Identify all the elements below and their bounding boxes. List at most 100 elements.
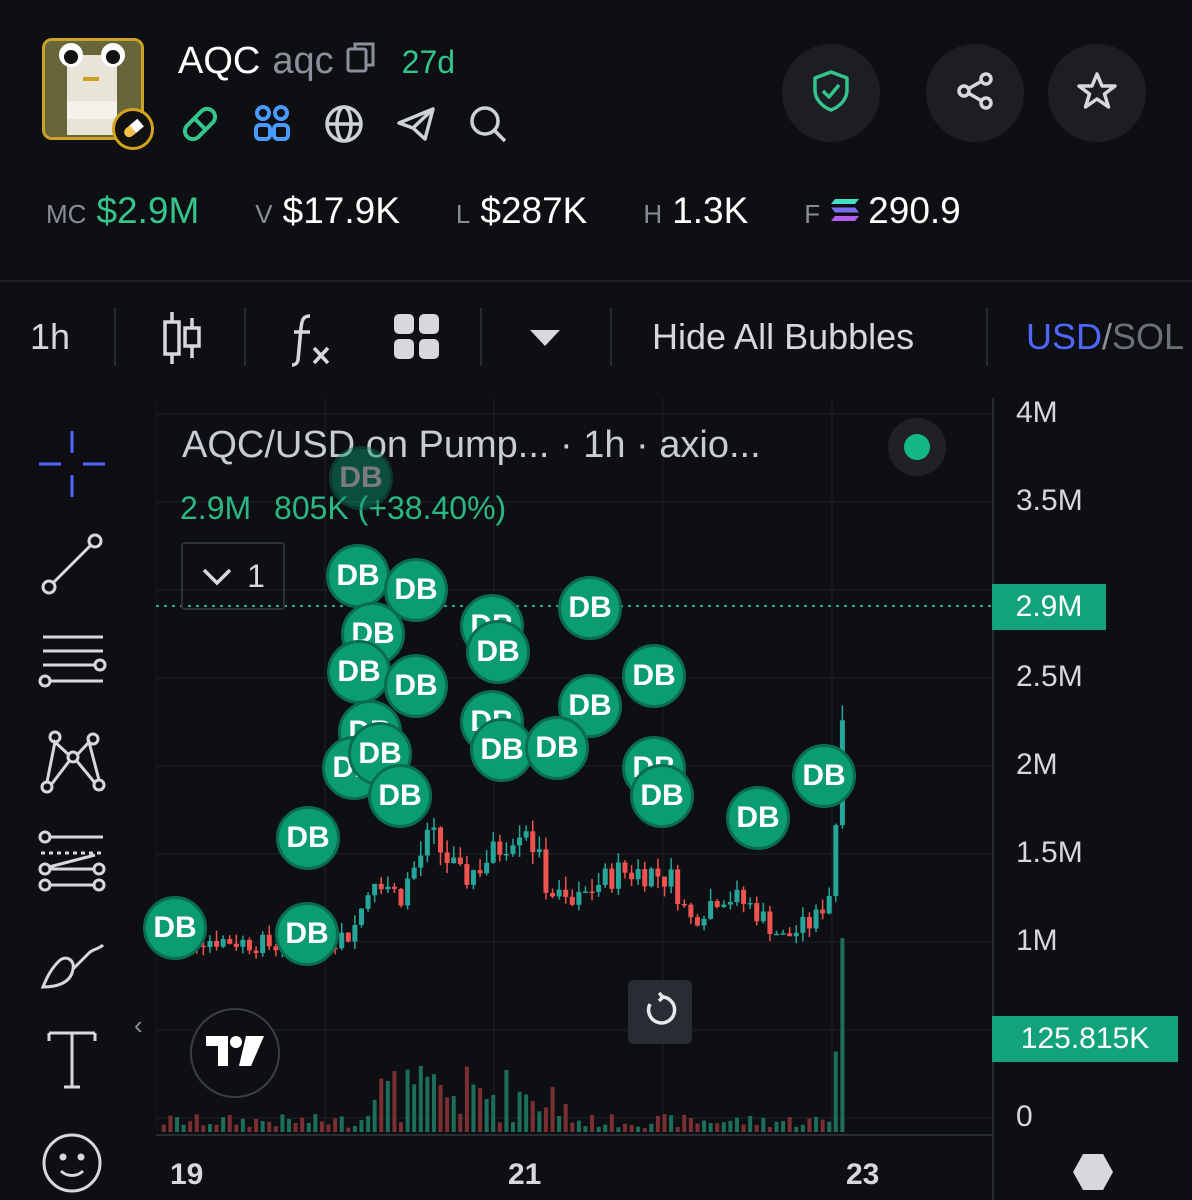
globe-icon[interactable] [324, 104, 364, 149]
stat-liquidity: L $287K [456, 190, 587, 232]
volume-bar [543, 1107, 548, 1132]
link-icon[interactable] [180, 104, 220, 149]
text-tool[interactable] [36, 1026, 108, 1098]
volume-bar [339, 1116, 344, 1132]
candle-body [220, 939, 226, 947]
trade-bubble[interactable]: DB [726, 786, 790, 850]
search-icon[interactable] [468, 104, 508, 149]
stat-label: H [643, 199, 663, 229]
settings-hexagon-icon[interactable] [1072, 1152, 1114, 1197]
layout-grid-icon[interactable] [394, 314, 440, 365]
chart-toolbar: 1h Hide All Bubbles USD/SOL [0, 300, 1192, 376]
candle-body [602, 868, 608, 886]
volume-tag: 125.815K [992, 1016, 1178, 1062]
trade-bubble[interactable]: DB [466, 620, 530, 684]
chevron-down-icon[interactable] [528, 328, 562, 353]
trade-bubble[interactable]: DB [384, 654, 448, 718]
volume-bar [557, 1116, 562, 1132]
candle-body [826, 895, 832, 914]
favorite-button[interactable] [1048, 44, 1146, 142]
volume-bar [596, 1126, 601, 1132]
volume-bar [280, 1114, 285, 1132]
indicator-count: 1 [247, 557, 265, 594]
candle-body [424, 829, 430, 856]
trade-bubble[interactable]: DB [326, 544, 390, 608]
candle-body [358, 908, 364, 925]
tradingview-logo[interactable] [190, 1008, 280, 1098]
candle-body [721, 904, 727, 907]
volume-bar [326, 1124, 331, 1132]
trade-bubble[interactable]: DB [792, 744, 856, 808]
candle-body [405, 878, 411, 906]
stat-value: $17.9K [282, 190, 400, 231]
token-stats: MC $2.9M V $17.9K L $287K H 1.3K F 290.9 [46, 190, 1017, 232]
brush-tool[interactable] [36, 926, 108, 998]
volume-bar [471, 1084, 476, 1132]
trendline-tool[interactable] [36, 530, 108, 602]
stat-label: L [455, 199, 471, 229]
volume-bar [346, 1127, 351, 1132]
fib-tool[interactable] [36, 828, 108, 900]
candle-body [484, 862, 490, 874]
volume-bar [497, 1122, 502, 1132]
volume-bar [820, 1119, 825, 1132]
collapse-toolbar-icon[interactable]: ‹ [134, 1010, 143, 1041]
security-shield-button[interactable] [782, 44, 880, 142]
stat-label: V [255, 199, 273, 229]
trade-bubble[interactable]: DB [368, 764, 432, 828]
candle-body [694, 917, 700, 926]
candle-body [418, 855, 424, 868]
share-button[interactable] [926, 44, 1024, 142]
crosshair-tool[interactable] [36, 430, 108, 502]
volume-bar [267, 1121, 272, 1132]
reset-chart-button[interactable] [628, 980, 692, 1044]
horizontal-lines-tool[interactable] [36, 628, 108, 700]
volume-bar [814, 1116, 819, 1132]
hide-bubbles-button[interactable]: Hide All Bubbles [652, 316, 914, 358]
x-tick-label: 23 [846, 1158, 880, 1191]
volume-bar [563, 1103, 568, 1132]
volume-bar [478, 1088, 483, 1132]
telegram-icon[interactable] [396, 104, 436, 149]
volume-bar [761, 1117, 766, 1132]
candle-body [385, 886, 391, 890]
copy-icon[interactable] [346, 40, 376, 83]
volume-bar [530, 1101, 535, 1132]
trade-bubble[interactable]: DB [327, 640, 391, 704]
trade-bubble[interactable]: DB [622, 644, 686, 708]
legend-change: 805K (+38.40%) [274, 490, 507, 526]
emoji-tool[interactable] [36, 1126, 108, 1198]
volume-bar [767, 1127, 772, 1132]
candle-body [253, 950, 259, 954]
y-tick-label: 1.5M [1016, 836, 1083, 869]
token-ticker: aqc [272, 40, 334, 82]
trade-bubble[interactable]: DB [525, 716, 589, 780]
volume-bar [702, 1120, 707, 1132]
trade-bubble[interactable]: DB [630, 764, 694, 828]
candle-body [477, 870, 483, 874]
community-icon[interactable] [252, 104, 292, 149]
candle-body [655, 868, 661, 877]
candle-body [233, 943, 239, 947]
volume-bar [207, 1124, 212, 1132]
trade-bubble[interactable]: DB [329, 446, 393, 510]
candles-icon[interactable] [160, 308, 204, 373]
legend-collapse-button[interactable]: 1 [181, 542, 285, 610]
currency-toggle[interactable]: USD/SOL [1026, 316, 1184, 358]
pattern-tool[interactable] [36, 728, 108, 800]
candle-body [806, 916, 812, 929]
indicators-fx-icon[interactable] [288, 308, 332, 373]
interval-button[interactable]: 1h [30, 316, 70, 358]
candle-body [260, 934, 266, 954]
volume-bar [399, 1122, 404, 1132]
trade-bubble[interactable]: DB [143, 896, 207, 960]
trade-bubble[interactable]: DB [275, 902, 339, 966]
trade-bubble[interactable]: DB [276, 806, 340, 870]
volume-bar [458, 1113, 463, 1132]
trade-bubble[interactable]: DB [558, 576, 622, 640]
volume-bar [715, 1123, 720, 1132]
volume-bar [392, 1071, 397, 1132]
volume-bar [293, 1122, 298, 1132]
volume-bar [175, 1117, 180, 1132]
candle-body [747, 903, 753, 905]
